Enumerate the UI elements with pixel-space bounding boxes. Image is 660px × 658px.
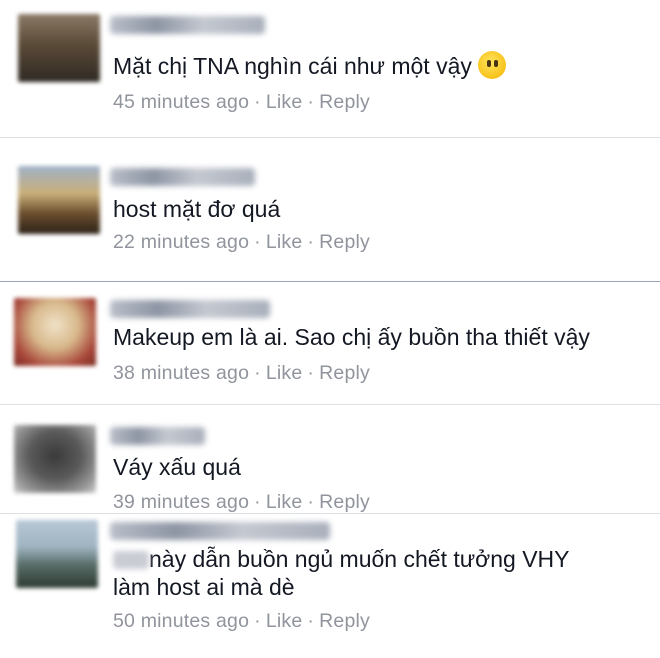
avatar[interactable] [16, 520, 98, 588]
separator: · [307, 491, 315, 513]
comment-timestamp[interactable]: 38 minutes ago [113, 362, 249, 384]
like-link[interactable]: Like [266, 231, 303, 253]
reply-link[interactable]: Reply [319, 610, 370, 632]
comment-meta: 45 minutes ago · Like · Reply [113, 91, 370, 114]
like-link[interactable]: Like [266, 610, 303, 632]
avatar[interactable] [14, 425, 96, 493]
comment-text-line: này dẫn buồn ngủ muốn chết tưởng VHY [149, 546, 570, 572]
comment-timestamp[interactable]: 39 minutes ago [113, 491, 249, 513]
comment-timestamp[interactable]: 22 minutes ago [113, 231, 249, 253]
comment-text: Váy xấu quá [113, 454, 241, 480]
comment-text: làm host ai mà dè [113, 574, 295, 600]
comment-item: này dẫn buồn ngủ muốn chết tưởng VHY làm… [0, 514, 660, 658]
avatar[interactable] [18, 166, 100, 234]
comment-item: Makeup em là ai. Sao chị ấy buồn tha thi… [0, 282, 660, 404]
like-link[interactable]: Like [266, 362, 303, 384]
commenter-name[interactable] [110, 427, 205, 445]
hushed-face-emoji-icon [477, 51, 506, 79]
separator: · [254, 610, 261, 632]
blurred-name [113, 551, 149, 569]
comment-item: Váy xấu quá 39 minutes ago · Like · Reply [0, 405, 660, 513]
separator: · [254, 91, 261, 113]
comment-meta: 38 minutes ago · Like · Reply [113, 362, 370, 385]
separator: · [307, 362, 315, 384]
reply-link[interactable]: Reply [319, 362, 370, 384]
comment-text: này dẫn buồn ngủ muốn chết tưởng VHY [113, 544, 569, 574]
comment-meta: 50 minutes ago · Like · Reply [113, 610, 370, 633]
separator: · [307, 610, 315, 632]
separator: · [307, 231, 315, 253]
comment-item: Mặt chị TNA nghìn cái như một vậy 45 min… [0, 0, 660, 137]
reply-link[interactable]: Reply [319, 91, 370, 113]
comment-text: Mặt chị TNA nghìn cái như một vậy [113, 51, 506, 81]
commenter-name[interactable] [110, 168, 255, 186]
comment-timestamp[interactable]: 45 minutes ago [113, 91, 249, 113]
reply-link[interactable]: Reply [319, 491, 370, 513]
comment-text-content: Mặt chị TNA nghìn cái như một vậy [113, 53, 472, 79]
commenter-name[interactable] [110, 300, 270, 318]
separator: · [254, 491, 261, 513]
commenter-name[interactable] [110, 522, 330, 540]
reply-link[interactable]: Reply [319, 231, 370, 253]
like-link[interactable]: Like [266, 491, 303, 513]
avatar[interactable] [14, 298, 96, 366]
separator: · [254, 362, 261, 384]
comment-text: Makeup em là ai. Sao chị ấy buồn tha thi… [113, 324, 590, 350]
commenter-name[interactable] [110, 16, 265, 34]
comment-item: host mặt đơ quá 22 minutes ago · Like · Repl… [0, 138, 660, 281]
comment-timestamp[interactable]: 50 minutes ago [113, 610, 249, 632]
comment-meta: 22 minutes ago · Like · Reply [113, 231, 370, 254]
separator: · [254, 231, 261, 253]
separator: · [307, 91, 315, 113]
like-link[interactable]: Like [266, 91, 303, 113]
avatar[interactable] [18, 14, 100, 82]
comment-meta: 39 minutes ago · Like · Reply [113, 491, 370, 514]
comment-text: host mặt đơ quá [113, 196, 281, 222]
